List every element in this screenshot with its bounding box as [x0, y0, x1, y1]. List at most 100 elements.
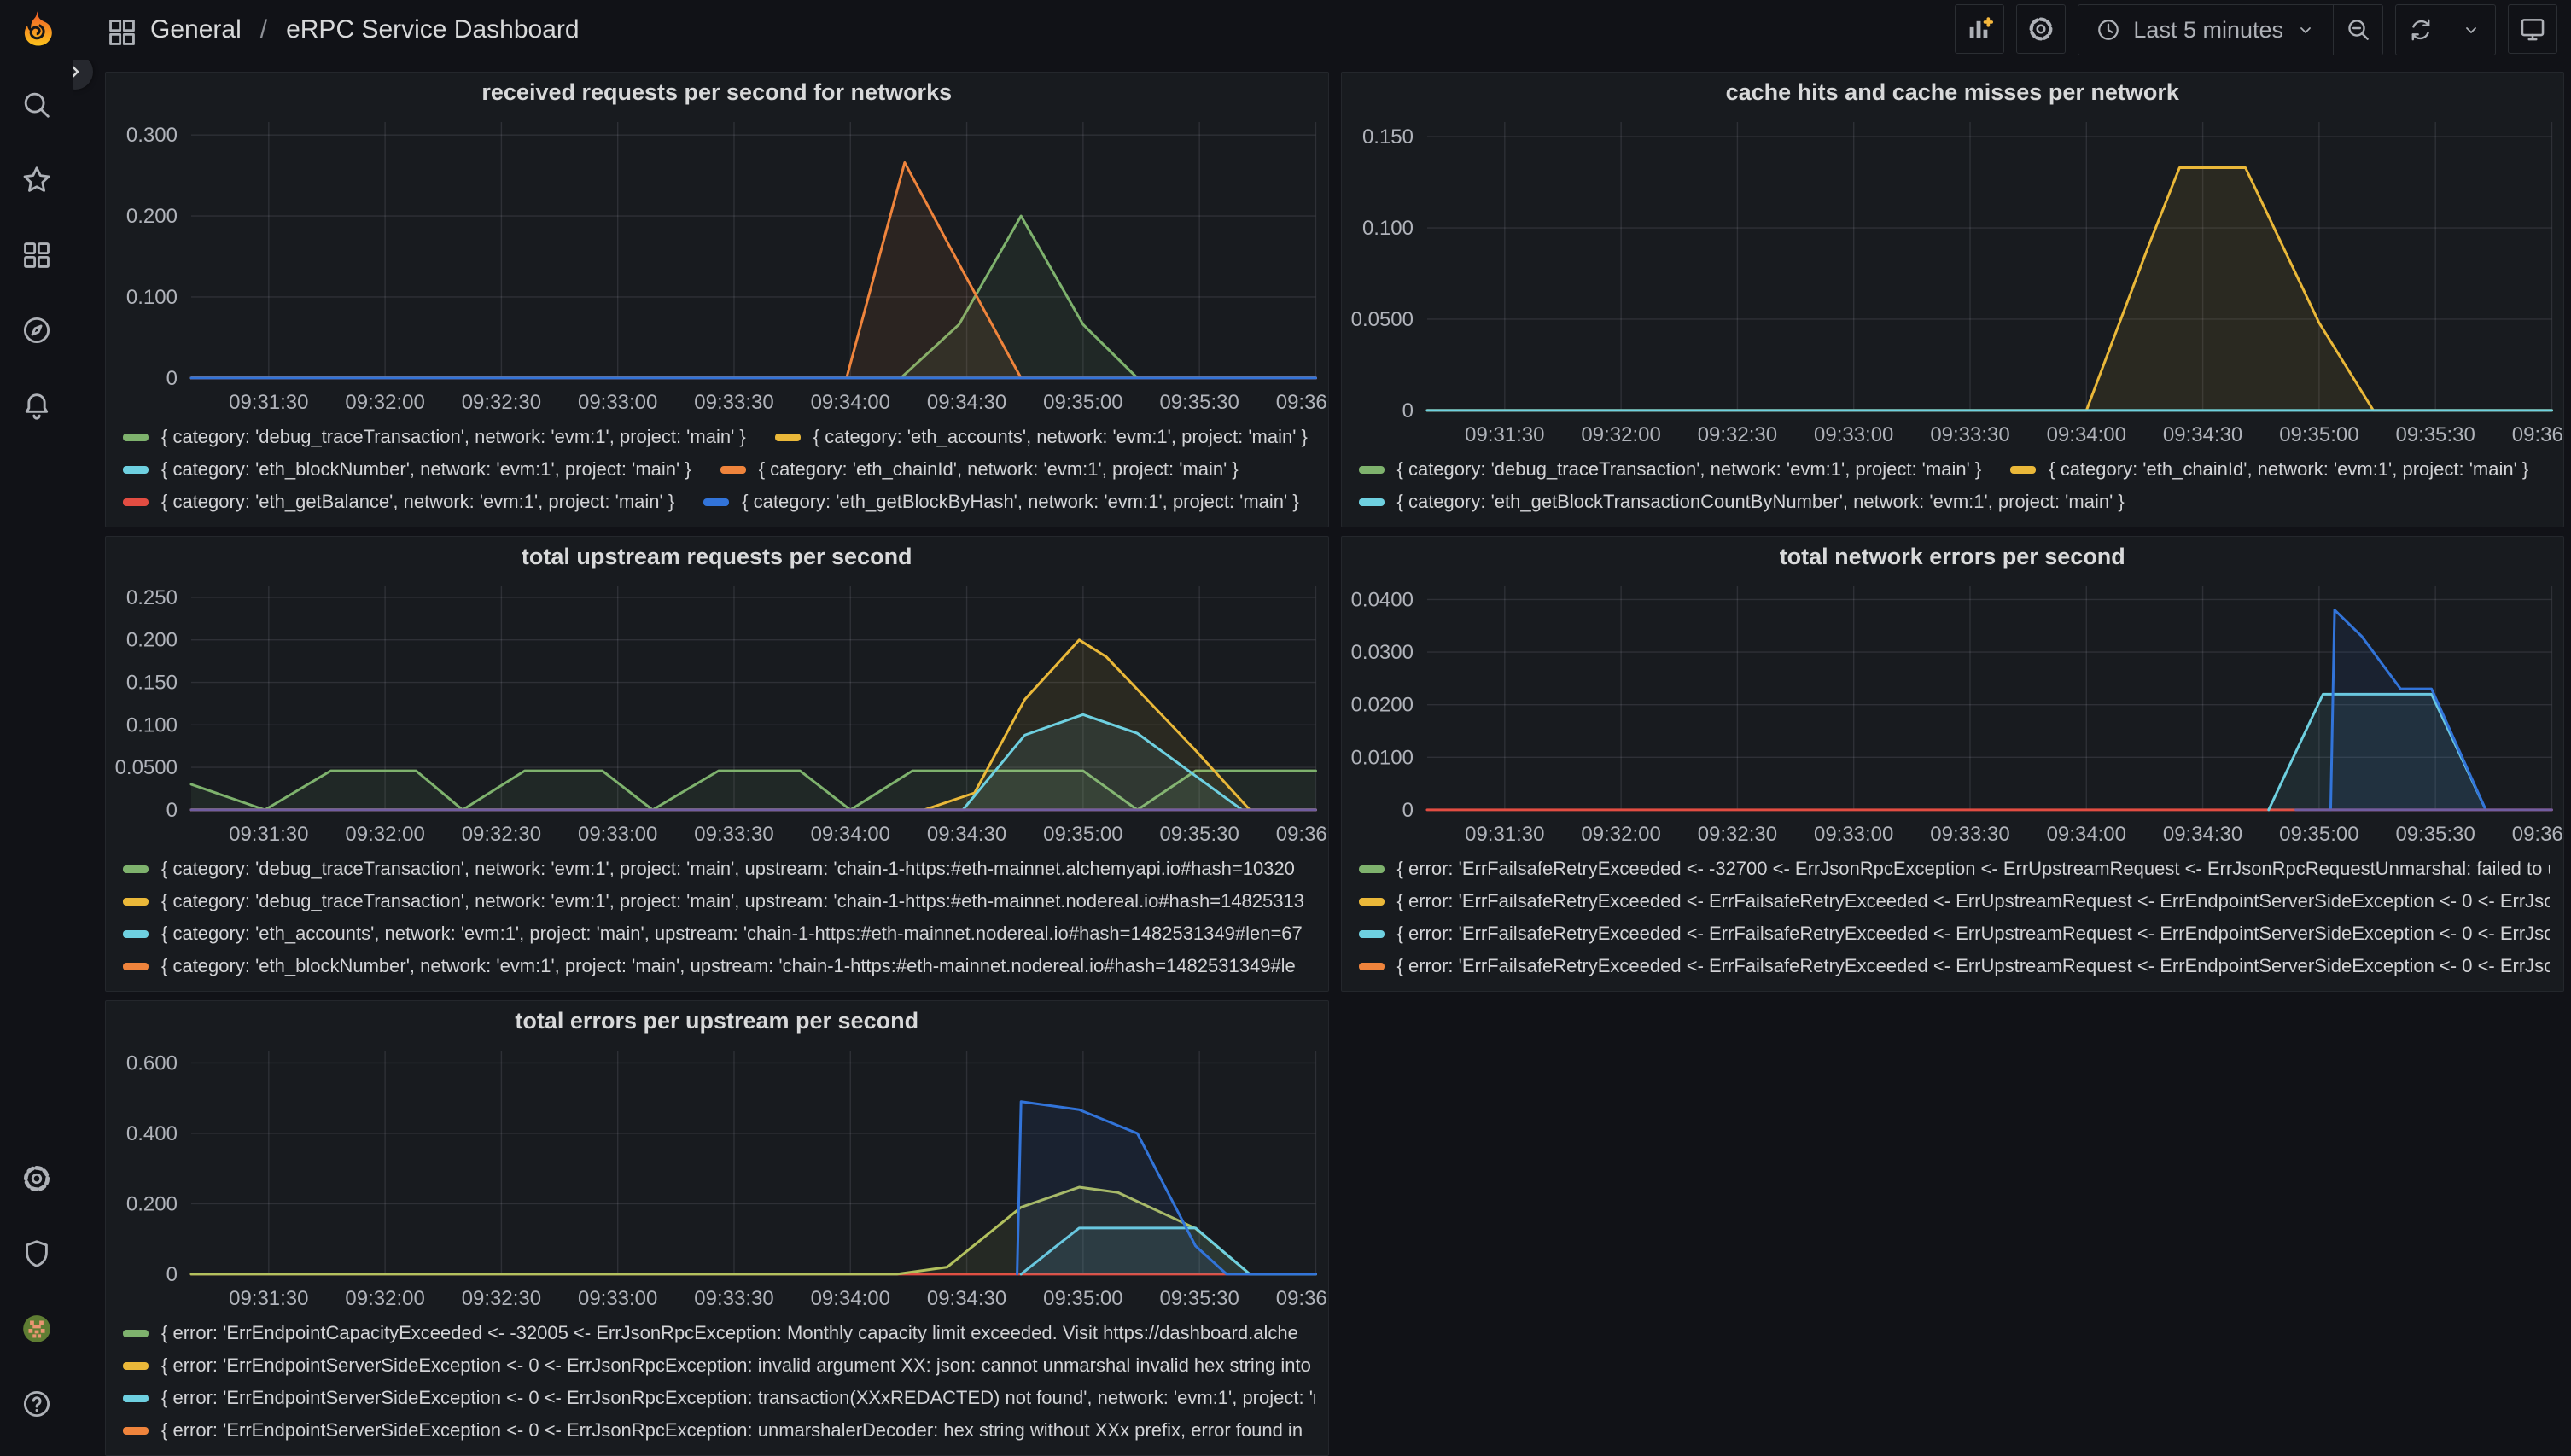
dashboards-apps-icon[interactable] [20, 239, 53, 271]
chart-legend: { category: 'debug_traceTransaction', ne… [106, 419, 1328, 527]
svg-text:09:32:00: 09:32:00 [345, 1287, 424, 1310]
legend-label: { category: 'debug_traceTransaction', ne… [161, 426, 746, 448]
star-icon[interactable] [20, 164, 53, 196]
chart-legend: { error: 'ErrEndpointCapacityExceeded <-… [106, 1315, 1328, 1455]
legend-item[interactable]: { category: 'eth_blockNumber', network: … [123, 950, 1315, 982]
grafana-logo[interactable] [16, 9, 57, 50]
legend-item[interactable]: { error: 'ErrEndpointServerSideException… [123, 1349, 1315, 1382]
legend-item[interactable]: { error: 'ErrEndpointCapacityExceeded <-… [123, 1317, 1315, 1349]
legend-label: { category: 'eth_getBalance', network: '… [161, 491, 674, 513]
panel-title[interactable]: received requests per second for network… [106, 73, 1328, 112]
explore-compass-icon[interactable] [20, 314, 53, 347]
legend-swatch [1359, 498, 1385, 506]
time-range-label: Last 5 minutes [2133, 17, 2283, 44]
svg-text:0.150: 0.150 [1361, 125, 1413, 149]
svg-text:09:35:00: 09:35:00 [2279, 823, 2358, 846]
configuration-gear-icon[interactable] [20, 1162, 53, 1195]
legend-label: { error: 'ErrFailsafeRetryExceeded <- Er… [1397, 923, 2551, 945]
svg-text:09:32:00: 09:32:00 [345, 823, 424, 846]
svg-text:09:33:30: 09:33:30 [694, 823, 773, 846]
search-icon[interactable] [20, 89, 53, 121]
legend-item[interactable]: { error: 'ErrEndpointServerSideException… [123, 1382, 1315, 1414]
svg-text:0.200: 0.200 [126, 205, 178, 228]
legend-item[interactable]: { category: 'eth_blockNumber', network: … [123, 453, 691, 486]
svg-text:09:34:30: 09:34:30 [927, 823, 1006, 846]
legend-item[interactable]: { category: 'eth_accounts', network: 'ev… [123, 917, 1315, 950]
legend-item[interactable]: { category: 'eth_chainId', network: 'evm… [2010, 453, 2528, 486]
svg-text:09:33:30: 09:33:30 [1930, 423, 2009, 446]
svg-text:0.400: 0.400 [126, 1122, 178, 1145]
panel-title[interactable]: total errors per upstream per second [106, 1001, 1328, 1040]
legend-item[interactable]: { category: 'debug_traceTransaction', ne… [1359, 453, 1982, 486]
svg-text:0: 0 [166, 367, 178, 390]
svg-text:0.100: 0.100 [1361, 217, 1413, 240]
legend-item[interactable]: { category: 'eth_chainId', network: 'evm… [720, 453, 1239, 486]
avatar[interactable] [20, 1313, 53, 1345]
time-series-chart[interactable]: 09:31:3009:32:0009:32:3009:33:0009:33:30… [1342, 112, 2563, 451]
svg-text:09:35:00: 09:35:00 [1043, 391, 1122, 414]
legend-item[interactable]: { category: 'eth_getBlockTransactionCoun… [1359, 486, 2125, 518]
svg-text:09:36:00: 09:36:00 [2511, 423, 2563, 446]
svg-text:09:35:30: 09:35:30 [1159, 391, 1239, 414]
panel-title[interactable]: total upstream requests per second [106, 537, 1328, 576]
time-series-chart[interactable]: 09:31:3009:32:0009:32:3009:33:0009:33:30… [106, 112, 1327, 419]
panel-title[interactable]: cache hits and cache misses per network [1342, 73, 2564, 112]
legend-swatch [1359, 898, 1385, 906]
time-series-chart[interactable]: 09:31:3009:32:0009:32:3009:33:0009:33:30… [106, 576, 1327, 851]
refresh-interval-dropdown[interactable] [2446, 5, 2495, 55]
legend-item[interactable]: { category: 'debug_traceTransaction', ne… [123, 885, 1315, 917]
breadcrumb-separator: / [259, 15, 269, 44]
legend-label: { error: 'ErrFailsafeRetryExceeded <- Er… [1397, 890, 2551, 912]
breadcrumb-folder[interactable]: General [150, 15, 242, 44]
legend-item[interactable]: { error: 'ErrFailsafeRetryExceeded <- Er… [1359, 885, 2551, 917]
svg-text:0.300: 0.300 [126, 124, 178, 147]
svg-text:09:32:30: 09:32:30 [462, 1287, 541, 1310]
legend-item[interactable]: { error: 'ErrFailsafeRetryExceeded <- Er… [1359, 950, 2551, 982]
time-range-picker[interactable]: Last 5 minutes [2078, 5, 2333, 55]
legend-item[interactable]: { error: 'ErrFailsafeRetryExceeded <- Er… [1359, 917, 2551, 950]
legend-swatch [703, 498, 729, 506]
legend-item[interactable]: { category: 'debug_traceTransaction', ne… [123, 853, 1315, 885]
admin-shield-icon[interactable] [20, 1238, 53, 1270]
svg-text:09:33:30: 09:33:30 [694, 1287, 773, 1310]
legend-item[interactable]: { category: 'debug_traceTransaction', ne… [123, 421, 746, 453]
refresh-button[interactable] [2396, 5, 2446, 55]
dashboard-settings-button[interactable] [2016, 4, 2066, 54]
time-series-chart[interactable]: 09:31:3009:32:0009:32:3009:33:0009:33:30… [1342, 576, 2563, 851]
help-icon[interactable] [20, 1388, 53, 1420]
svg-text:09:32:00: 09:32:00 [345, 391, 424, 414]
legend-item[interactable]: { error: 'ErrFailsafeRetryExceeded <- -3… [1359, 853, 2551, 885]
legend-item[interactable]: { category: 'eth_getBlockByHash', networ… [703, 486, 1299, 518]
add-panel-button[interactable] [1955, 4, 2004, 54]
svg-text:0.200: 0.200 [126, 1192, 178, 1215]
svg-text:0.100: 0.100 [126, 286, 178, 309]
zoom-out-button[interactable] [2333, 5, 2382, 55]
legend-swatch [1359, 963, 1385, 970]
legend-item[interactable]: { category: 'eth_getBalance', network: '… [123, 486, 674, 518]
svg-text:0: 0 [166, 1263, 178, 1286]
legend-label: { error: 'ErrEndpointServerSideException… [161, 1419, 1303, 1441]
time-series-chart[interactable]: 09:31:3009:32:0009:32:3009:33:0009:33:30… [106, 1040, 1327, 1315]
legend-item[interactable]: { category: 'eth_accounts', network: 'ev… [775, 421, 1308, 453]
time-picker-group: Last 5 minutes [2078, 4, 2383, 55]
chart-legend: { category: 'debug_traceTransaction', ne… [1342, 451, 2564, 527]
svg-text:0: 0 [1402, 399, 1413, 422]
svg-text:0.0100: 0.0100 [1350, 746, 1413, 769]
legend-label: { category: 'eth_getBlockByHash', networ… [742, 491, 1299, 513]
svg-text:09:34:30: 09:34:30 [927, 391, 1006, 414]
svg-text:0.100: 0.100 [126, 713, 178, 737]
svg-text:09:31:30: 09:31:30 [229, 391, 308, 414]
page-title[interactable]: eRPC Service Dashboard [286, 15, 580, 44]
svg-text:09:35:30: 09:35:30 [1159, 1287, 1239, 1310]
cycle-view-mode-button[interactable] [2508, 4, 2557, 54]
svg-text:09:35:30: 09:35:30 [1159, 823, 1239, 846]
panel-title[interactable]: total network errors per second [1342, 537, 2564, 576]
legend-item[interactable]: { error: 'ErrEndpointServerSideException… [123, 1414, 1315, 1447]
legend-swatch [123, 1330, 149, 1337]
alerting-bell-icon[interactable] [20, 389, 53, 422]
legend-swatch [775, 434, 801, 441]
legend-label: { category: 'eth_blockNumber', network: … [161, 955, 1296, 977]
legend-swatch [123, 1362, 149, 1370]
legend-swatch [1359, 930, 1385, 938]
legend-label: { error: 'ErrFailsafeRetryExceeded <- Er… [1397, 955, 2551, 977]
